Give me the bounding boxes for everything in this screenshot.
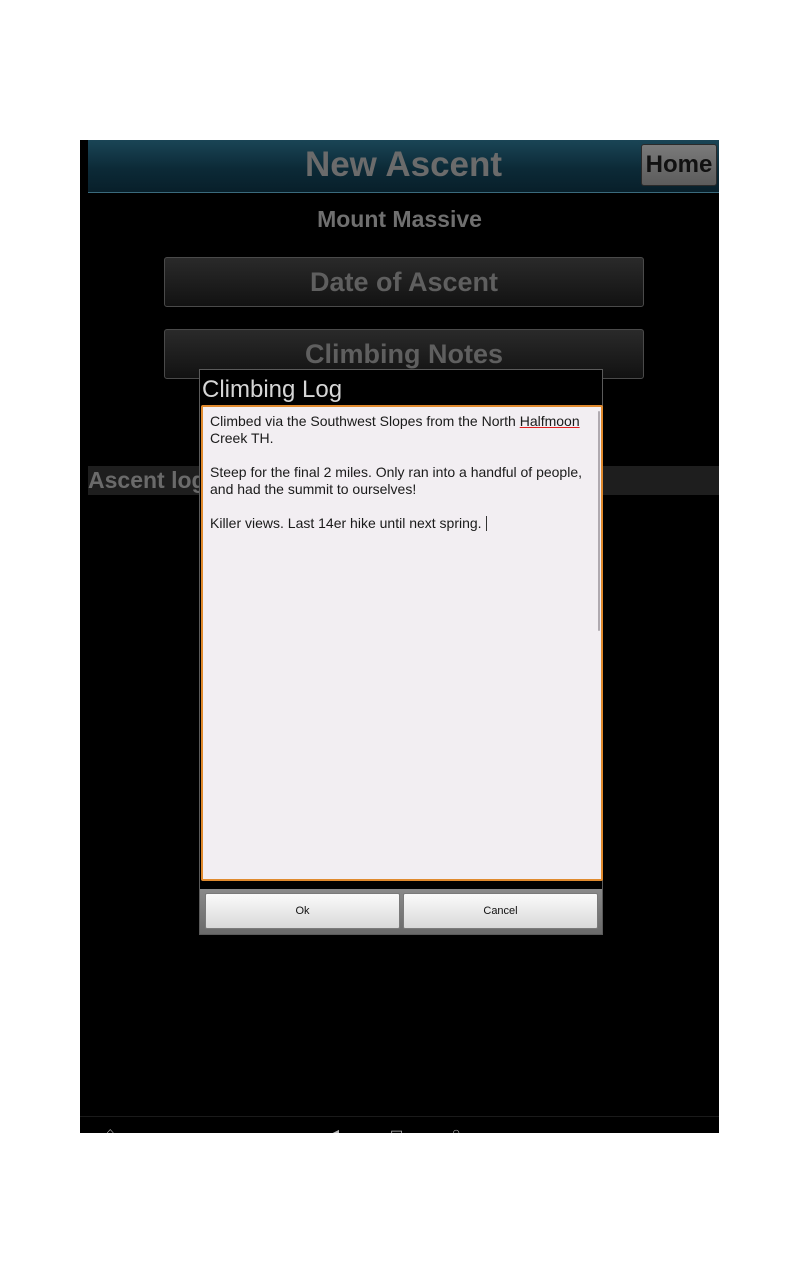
notes-paragraph: Steep for the final 2 miles. Only ran in… xyxy=(210,464,583,497)
ok-button[interactable]: Ok xyxy=(205,893,400,929)
home-icon[interactable]: ⌂ xyxy=(106,1125,114,1133)
dialog-button-bar: Ok Cancel xyxy=(200,889,602,934)
cancel-button[interactable]: Cancel xyxy=(403,893,598,929)
notes-paragraph: Climbed via the Southwest Slopes from th… xyxy=(210,413,594,447)
peak-name: Mount Massive xyxy=(317,206,482,232)
dialog-title: Climbing Log xyxy=(202,376,343,403)
scrollbar[interactable] xyxy=(598,411,600,631)
back-icon[interactable]: ◂ xyxy=(332,1125,339,1133)
section-label: Ascent log xyxy=(88,467,206,493)
home-button[interactable]: Home xyxy=(641,144,717,186)
notes-text: Killer views. Last 14er hike until next … xyxy=(210,515,482,531)
notes-paragraph: Killer views. Last 14er hike until next … xyxy=(210,515,594,532)
system-nav-bar: ⌂ ◂ ▭ ○ xyxy=(80,1116,719,1133)
search-icon[interactable]: ○ xyxy=(452,1125,460,1133)
text-cursor xyxy=(485,516,487,531)
date-of-ascent-button[interactable]: Date of Ascent xyxy=(164,257,644,307)
misspelled-word: Halfmoon xyxy=(519,413,580,429)
header-bar: New Ascent Home xyxy=(88,140,719,193)
page-title: New Ascent xyxy=(304,145,503,184)
notes-text: Climbed via the Southwest Slopes from th… xyxy=(210,413,520,429)
recent-apps-icon[interactable]: ▭ xyxy=(390,1125,403,1133)
climbing-log-dialog: Climbing Log Climbed via the Southwest S… xyxy=(199,369,603,935)
notes-text: Creek TH. xyxy=(210,430,274,446)
climbing-notes-textarea[interactable]: Climbed via the Southwest Slopes from th… xyxy=(201,405,603,881)
